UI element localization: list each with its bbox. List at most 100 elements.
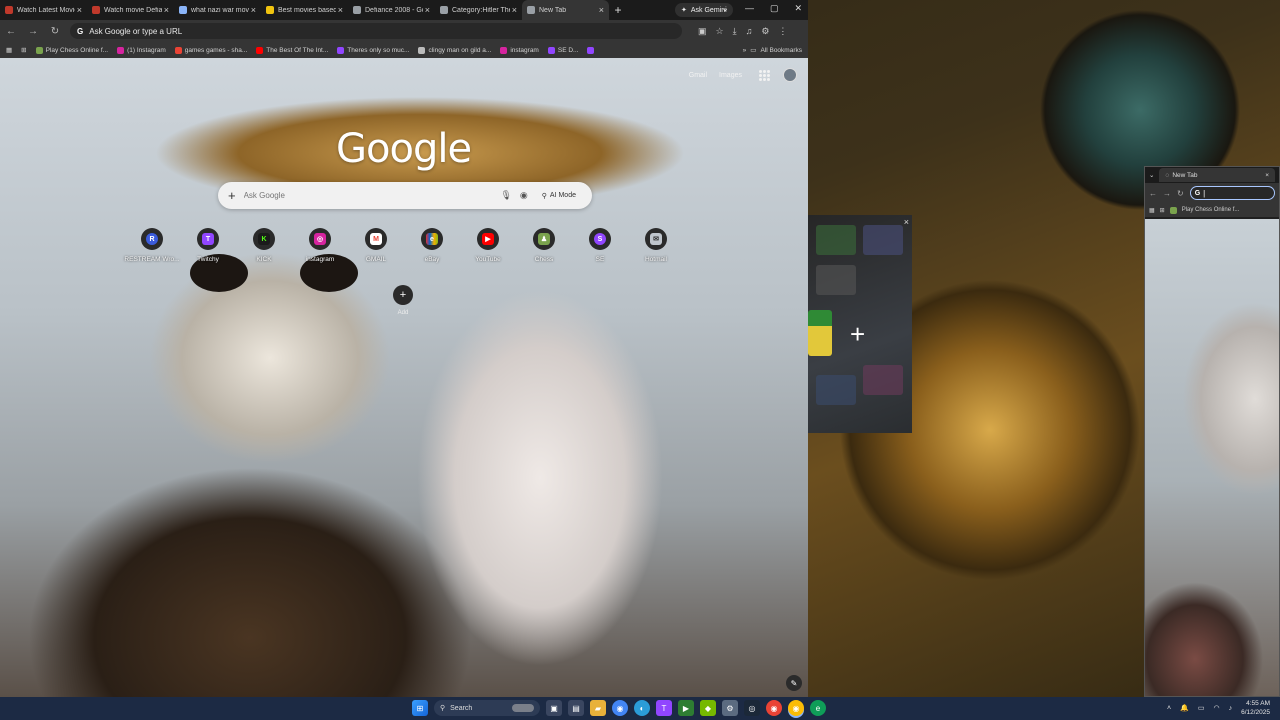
shortcut-instagram[interactable]: ◎ instagram [292, 228, 348, 263]
taskbar-search[interactable]: ⚲ Search [434, 700, 540, 716]
shortcut-gmail[interactable]: M GMAIL [348, 228, 404, 263]
customize-pencil-icon[interactable]: ✎ [786, 675, 802, 691]
lens-icon[interactable]: ◉ [520, 190, 528, 201]
media-icon[interactable]: ♫ [746, 26, 753, 37]
chrome-icon[interactable]: ◉ [612, 700, 628, 716]
close-icon[interactable]: × [251, 5, 256, 15]
apps-grid-icon[interactable]: ▦ [1149, 207, 1155, 214]
steam-icon[interactable]: ◎ [744, 700, 760, 716]
back-icon[interactable]: ← [4, 26, 18, 37]
chevron-up-icon[interactable]: ˄ [1167, 705, 1171, 712]
tab-3[interactable]: Best movies based × [261, 0, 348, 20]
maximize-icon[interactable]: ▢ [770, 3, 779, 14]
omnibox[interactable]: G Ask Google or type a URL [70, 23, 682, 39]
shortcut-kick[interactable]: K KICK [236, 228, 292, 263]
close-icon[interactable]: × [599, 5, 604, 15]
shortcut-twitch[interactable]: T Twitchy [180, 228, 236, 263]
edge-browser-icon[interactable]: e [810, 700, 826, 716]
media-app-icon[interactable]: ▶ [678, 700, 694, 716]
back-icon[interactable]: ← [1149, 189, 1157, 198]
shortcut-chess[interactable]: ♟ Chess [516, 228, 572, 263]
widgets-icon[interactable]: ▤ [568, 700, 584, 716]
close-icon[interactable]: × [512, 5, 517, 15]
bookmark-label[interactable]: Play Chess Online f... [1182, 207, 1240, 213]
apps-grid-icon[interactable]: ▦ [6, 46, 12, 54]
close-window-icon[interactable]: ✕ [794, 3, 802, 14]
tab-2[interactable]: what nazi war movie × [174, 0, 261, 20]
twitch-bookmark-icon[interactable] [587, 46, 595, 54]
nvidia-icon[interactable]: ◆ [700, 700, 716, 716]
file-explorer-icon[interactable]: ▰ [590, 700, 606, 716]
chrome-profile-icon[interactable]: ◉ [766, 700, 782, 716]
network-icon[interactable]: ▭ [1198, 704, 1205, 712]
tab-1[interactable]: Watch movie Defiance× [87, 0, 174, 20]
download-icon[interactable]: ⤓ [733, 26, 737, 37]
windows-start-icon[interactable]: ⊞ [412, 700, 428, 716]
bookmark-1[interactable]: (1) Instagram [117, 46, 166, 54]
forward-icon[interactable]: → [26, 26, 40, 37]
avatar[interactable] [783, 68, 797, 82]
tab-favicon [5, 6, 13, 14]
shortcut-tile: T [197, 228, 219, 250]
google-apps-icon[interactable] [759, 70, 770, 81]
bookmark-3[interactable]: The Best Of The Int... [256, 46, 328, 54]
tab-groups-icon[interactable]: ⊞ [1160, 207, 1165, 214]
close-icon[interactable]: × [77, 5, 82, 15]
tab-search-icon[interactable]: ▣ [698, 26, 707, 37]
reload-icon[interactable]: ↻ [1177, 189, 1184, 198]
tab-6[interactable]: New Tab × [522, 0, 609, 20]
close-icon[interactable]: × [164, 5, 169, 15]
volume-icon[interactable]: ♪ [1229, 705, 1233, 712]
bookmark-5[interactable]: clingy man on gild a... [418, 46, 491, 54]
twitch-app-icon[interactable]: T [656, 700, 672, 716]
bookmark-7[interactable]: SE D... [547, 46, 578, 54]
search-box[interactable]: + 🎙 ◉ ⚲AI Mode [218, 182, 592, 209]
shortcut-hotmail[interactable]: ✉ Hotmail [628, 228, 684, 263]
tab-4[interactable]: Defiance 2008 - Go × [348, 0, 435, 20]
close-icon[interactable]: × [425, 5, 430, 15]
floating-preview-window[interactable]: × + [808, 215, 912, 433]
bookmark-0[interactable]: Play Chess Online f... [35, 46, 108, 54]
minimize-icon[interactable]: — [745, 3, 754, 14]
settings-icon[interactable]: ⚙ [722, 700, 738, 716]
gmail-link[interactable]: Gmail [689, 72, 707, 79]
bookmark-4[interactable]: Theres only so muc... [337, 46, 409, 54]
reload-icon[interactable]: ↻ [48, 26, 62, 37]
tab-groups-icon[interactable]: ⊞ [21, 46, 26, 54]
task-view-icon[interactable]: ▣ [546, 700, 562, 716]
chrome-active-icon[interactable]: ◉ [788, 700, 804, 716]
images-link[interactable]: Images [719, 72, 742, 79]
star-icon[interactable]: ☆ [716, 26, 724, 37]
shortcut-tile: S [589, 228, 611, 250]
search-input[interactable] [243, 191, 493, 200]
edge-icon[interactable]: ◐ [634, 700, 650, 716]
bookmark-2[interactable]: games games - sha... [174, 46, 247, 54]
shortcut-ebay[interactable]: e eBay [404, 228, 460, 263]
tab-5[interactable]: Category:Hitler The × [435, 0, 522, 20]
clock[interactable]: 4:55 AM 6/12/2025 [1241, 699, 1270, 717]
chevron-down-icon[interactable]: ⌄ [1149, 171, 1154, 179]
second-tab[interactable]: ◌ New Tab × [1159, 168, 1275, 182]
close-icon[interactable]: × [1265, 172, 1269, 179]
shortcut-youtube[interactable]: ▶ YouTube [460, 228, 516, 263]
microphone-icon[interactable]: 🎙 [500, 190, 511, 201]
plus-icon[interactable]: + [850, 319, 865, 350]
new-tab-button[interactable]: + [609, 3, 627, 17]
add-shortcut-button[interactable]: + Add [393, 285, 413, 316]
tab-0[interactable]: Watch Latest Movies× [0, 0, 87, 20]
chevron-down-icon[interactable]: ⌄ [721, 3, 729, 14]
notification-icon[interactable]: 🔔 [1180, 704, 1189, 712]
all-bookmarks-button[interactable]: » ▭ All Bookmarks [743, 46, 802, 55]
shortcut-se[interactable]: S SE [572, 228, 628, 263]
close-icon[interactable]: × [904, 217, 909, 227]
forward-icon[interactable]: → [1163, 189, 1171, 198]
plus-icon[interactable]: + [228, 188, 236, 203]
extensions-icon[interactable]: ⚙ [761, 26, 769, 37]
second-omnibox[interactable]: G | [1189, 186, 1275, 200]
menu-icon[interactable]: ⋮ [778, 26, 787, 37]
bookmark-6[interactable]: instagram [500, 46, 539, 54]
wifi-icon[interactable]: ◠ [1213, 704, 1219, 712]
close-icon[interactable]: × [338, 5, 343, 15]
shortcut-restream[interactable]: R RESTREAM Wro... [124, 228, 180, 263]
ai-mode-button[interactable]: ⚲ AI Mode [536, 190, 582, 202]
